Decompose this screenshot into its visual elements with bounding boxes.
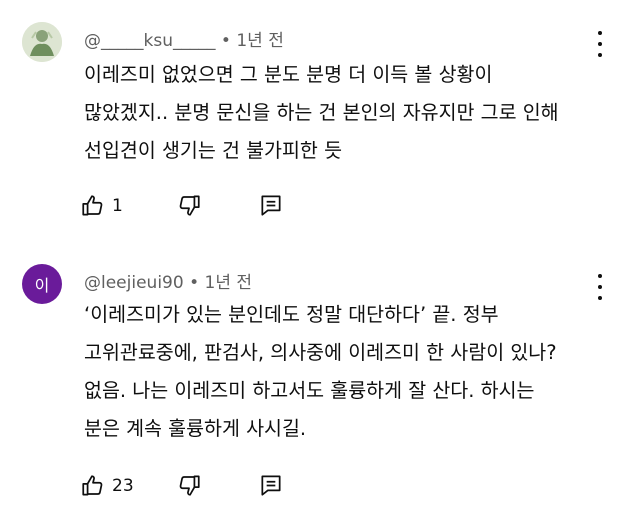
- like-count: 23: [112, 476, 134, 496]
- thumbs-down-icon[interactable]: [176, 192, 202, 218]
- comment-text: ‘이레즈미가 있는 분인데도 정말 대단하다’ 끝. 정부 고위관료중에, 판검…: [84, 303, 557, 440]
- comment: @_____ksu_____ • 1년 전 이레즈미 없었으면 그 분도 분명 …: [0, 0, 640, 250]
- reply-icon[interactable]: [258, 192, 284, 218]
- comment-meta: @leejieui90 • 1년 전: [84, 268, 252, 293]
- thumbs-up-icon[interactable]: [80, 473, 106, 499]
- avatar-image: [22, 22, 62, 62]
- thumbs-up-icon[interactable]: [80, 193, 106, 219]
- avatar-initial: 이: [34, 276, 50, 295]
- thumbs-down-icon[interactable]: [176, 472, 202, 498]
- reply-icon[interactable]: [258, 472, 284, 498]
- meta-separator: •: [189, 273, 200, 293]
- like-count: 1: [112, 196, 123, 216]
- meta-separator: •: [220, 31, 231, 51]
- avatar[interactable]: 이: [22, 264, 62, 304]
- author-name[interactable]: @_____ksu_____: [84, 31, 215, 51]
- comment-actions: 23: [80, 472, 281, 500]
- more-vert-icon[interactable]: [590, 31, 610, 57]
- avatar[interactable]: [22, 22, 62, 62]
- comment-meta: @_____ksu_____ • 1년 전: [84, 26, 284, 51]
- author-name[interactable]: @leejieui90: [84, 273, 184, 293]
- comment-time[interactable]: 1년 전: [236, 31, 284, 51]
- comment-time[interactable]: 1년 전: [205, 273, 253, 293]
- comment-text: 이레즈미 없었으면 그 분도 분명 더 이득 볼 상황이 많았겠지.. 분명 문…: [84, 63, 559, 162]
- comment-actions: 1: [80, 192, 281, 220]
- comment: 이 @leejieui90 • 1년 전 ‘이레즈미가 있는 분인데도 정말 대…: [0, 250, 640, 520]
